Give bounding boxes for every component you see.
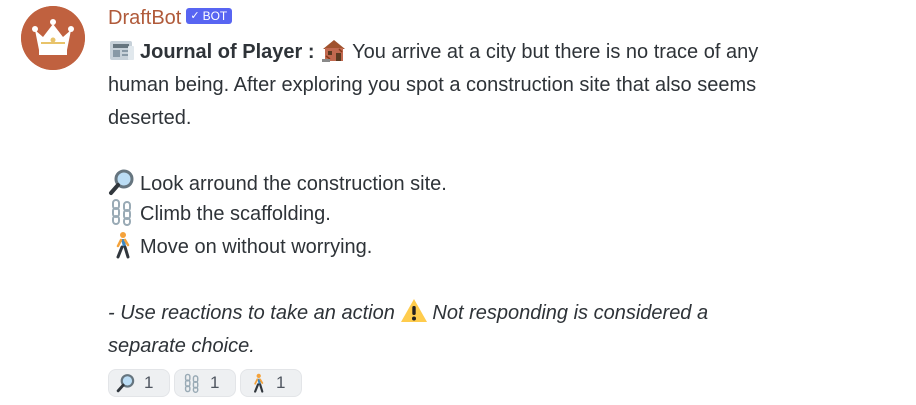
person-walking-icon (254, 373, 264, 393)
choice-item: Move on without worrying. (108, 231, 898, 264)
journal-label: Journal of Player : (140, 41, 315, 63)
chains-icon (184, 373, 199, 393)
choice-item: Climb the scaffolding. (108, 198, 898, 231)
hint-text: - Use reactions to take an action (108, 302, 395, 324)
warning-icon (401, 299, 428, 322)
derelict-house-icon (322, 40, 346, 62)
newspaper-icon (110, 41, 134, 60)
choice-text: Climb the scaffolding. (140, 203, 331, 225)
crown-icon (21, 6, 85, 70)
reactions-bar: 1 1 1 (108, 369, 302, 397)
story-line: deserted. (108, 107, 192, 129)
reaction-button[interactable]: 1 (108, 369, 170, 397)
choice-text: Move on without worrying. (140, 236, 373, 258)
reaction-count: 1 (276, 373, 286, 392)
checkmark-icon: ✓ (190, 10, 200, 22)
message-content: Journal of Player : You arrive at a city… (108, 36, 898, 363)
reaction-button[interactable]: 1 (240, 369, 302, 397)
choice-item: Look arround the construction site. (108, 168, 898, 201)
hint-line: separate choice. (108, 335, 255, 357)
reaction-count: 1 (210, 373, 220, 392)
magnifying-glass-icon (116, 374, 135, 393)
story-line-1: You arrive at a city but there is no tra… (352, 41, 759, 63)
reaction-count: 1 (144, 373, 154, 392)
story-line: Journal of Player : You arrive at a city… (108, 36, 898, 69)
avatar[interactable] (21, 6, 85, 70)
story-line: human being. After exploring you spot a … (108, 74, 757, 96)
magnifying-glass-icon (109, 169, 134, 195)
person-walking-icon (116, 232, 130, 259)
bot-tag: ✓ BOT (186, 8, 233, 24)
hint-text: Not responding is considered a (432, 302, 709, 324)
chat-message: DraftBot ✓ BOT Journal of Player : You a… (0, 0, 916, 405)
bot-tag-label: BOT (202, 9, 228, 23)
username[interactable]: DraftBot (108, 6, 181, 30)
chains-icon (112, 199, 131, 226)
message-header: DraftBot ✓ BOT (108, 6, 233, 30)
choice-text: Look arround the construction site. (140, 173, 447, 195)
hint-line: - Use reactions to take an action Not re… (108, 297, 898, 330)
reaction-button[interactable]: 1 (174, 369, 236, 397)
